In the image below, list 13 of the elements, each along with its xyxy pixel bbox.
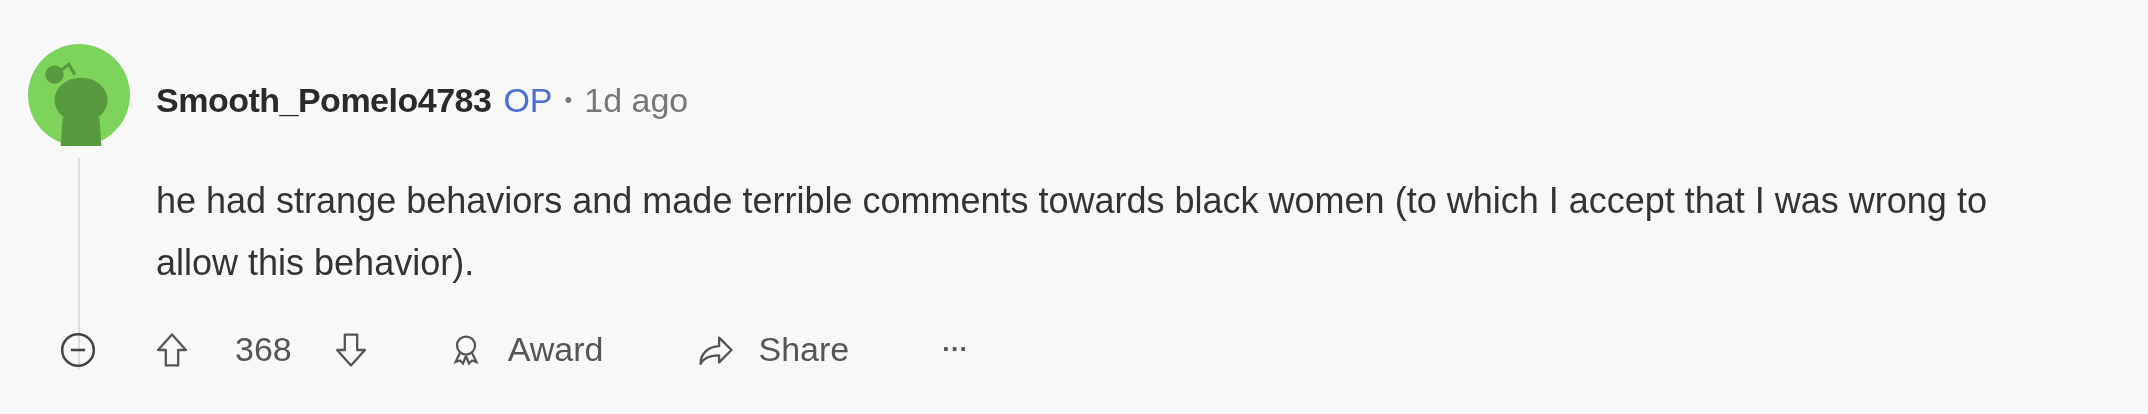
upvote-button[interactable] — [155, 330, 189, 369]
username[interactable]: Smooth_Pomelo4783 — [156, 80, 492, 120]
avatar[interactable] — [28, 44, 130, 146]
vote-count: 368 — [235, 330, 292, 369]
op-label: OP — [503, 80, 553, 120]
more-button[interactable]: ··· — [942, 334, 969, 365]
comment-text: he had strange behaviors and made terrible comments towards black women (to which I accept that I was wrong to allow this behavior). — [156, 179, 1988, 285]
award-button[interactable]: Award — [447, 330, 604, 369]
timestamp: 1d ago — [584, 80, 689, 120]
share-button[interactable]: Share — [696, 330, 850, 369]
downvote-button[interactable] — [333, 330, 368, 369]
separator-dot: • — [564, 87, 573, 113]
collapse-button[interactable] — [59, 330, 97, 369]
